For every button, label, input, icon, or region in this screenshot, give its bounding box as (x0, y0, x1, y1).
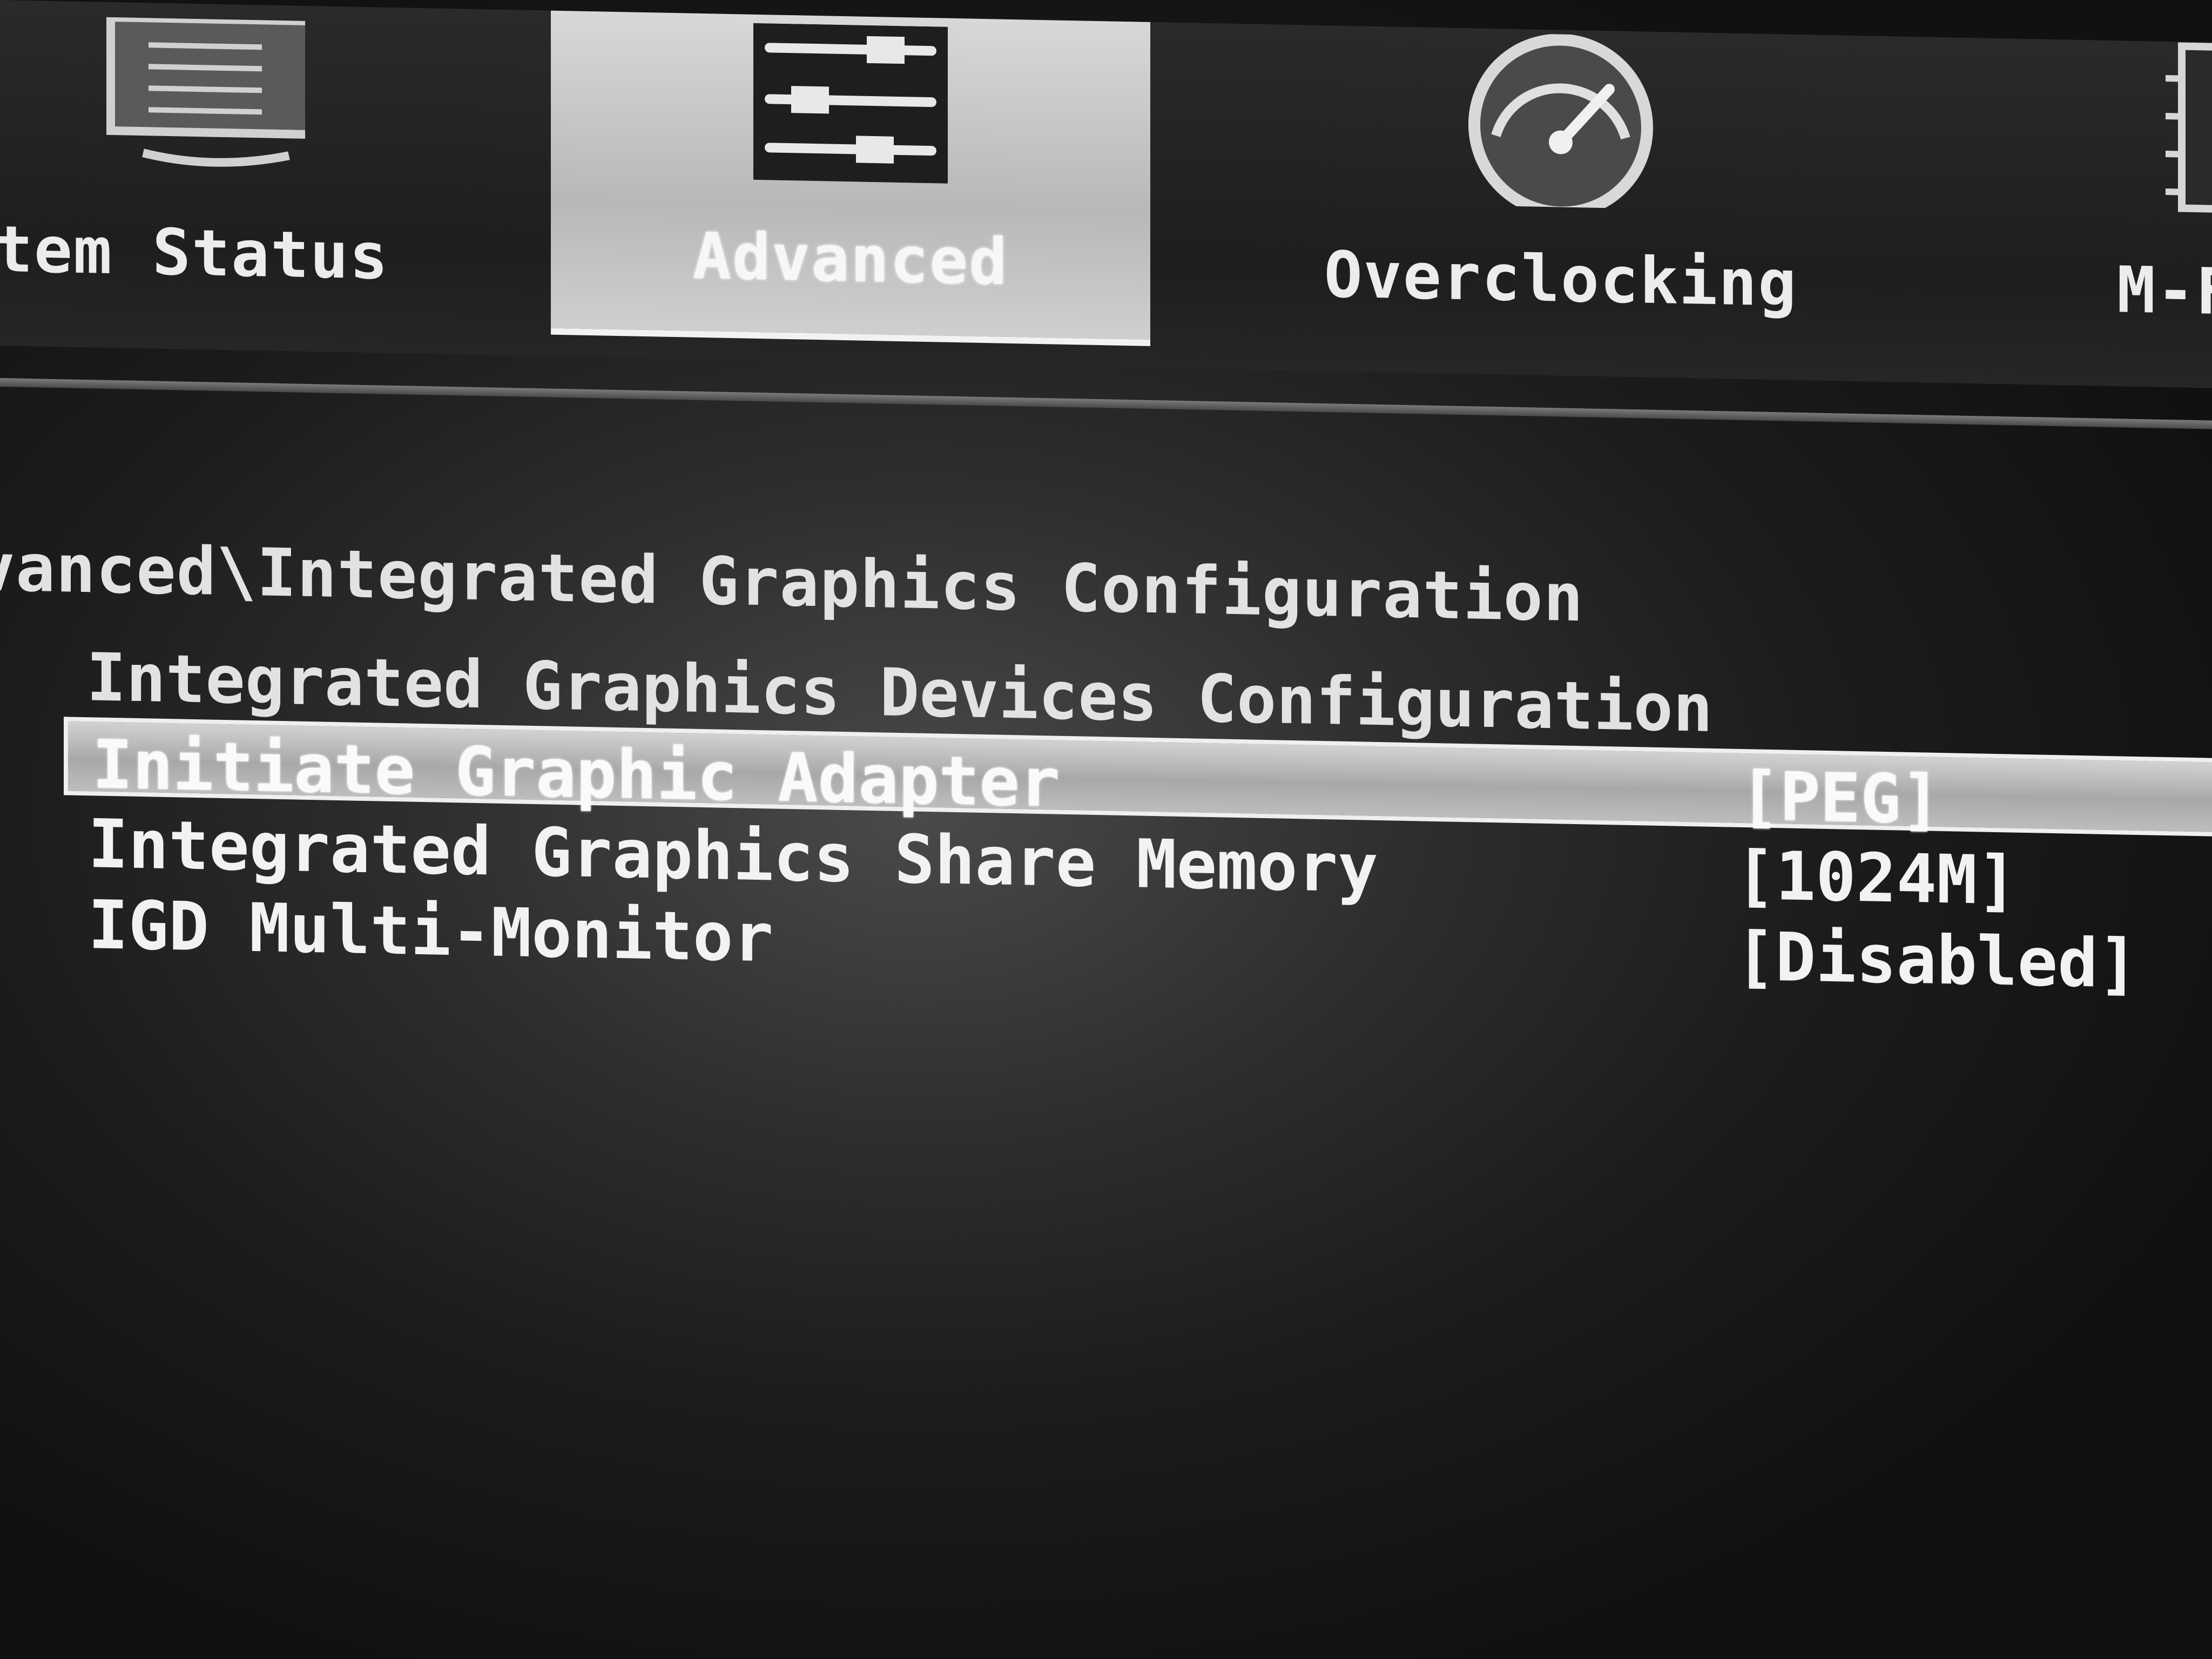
tab-label: Advanced (692, 218, 1009, 299)
breadcrumb: dvanced\Integrated Graphics Configuratio… (0, 528, 1584, 637)
speedometer-icon (1458, 32, 1663, 219)
settings-panel: dvanced\Integrated Graphics Configuratio… (0, 508, 2212, 1003)
bios-screen: tem Status Advanced Overclocking M-F dva… (0, 0, 2212, 1659)
setting-value[interactable]: [PEG] (1739, 758, 1941, 839)
tab-label: M-F (2117, 252, 2212, 329)
tab-advanced[interactable]: Advanced (551, 10, 1150, 346)
setting-value[interactable]: [Disabled] (1735, 918, 2139, 1003)
monitor-icon (78, 12, 320, 185)
setting-label: IGD Multi-Monitor (88, 886, 774, 977)
divider (0, 378, 2212, 429)
tab-overclocking[interactable]: Overclocking (1161, 22, 1960, 361)
tab-label: Overclocking (1324, 237, 1798, 321)
chip-icon (2122, 34, 2212, 222)
setting-value[interactable]: [1024M] (1735, 837, 2018, 920)
tab-label: tem Status (0, 211, 389, 294)
tab-m-flash[interactable]: M-F (1977, 38, 2212, 370)
settings-sliders-icon (753, 23, 948, 191)
tab-system-status[interactable]: tem Status (0, 0, 551, 335)
top-tab-bar: tem Status Advanced Overclocking M-F (0, 0, 2212, 388)
